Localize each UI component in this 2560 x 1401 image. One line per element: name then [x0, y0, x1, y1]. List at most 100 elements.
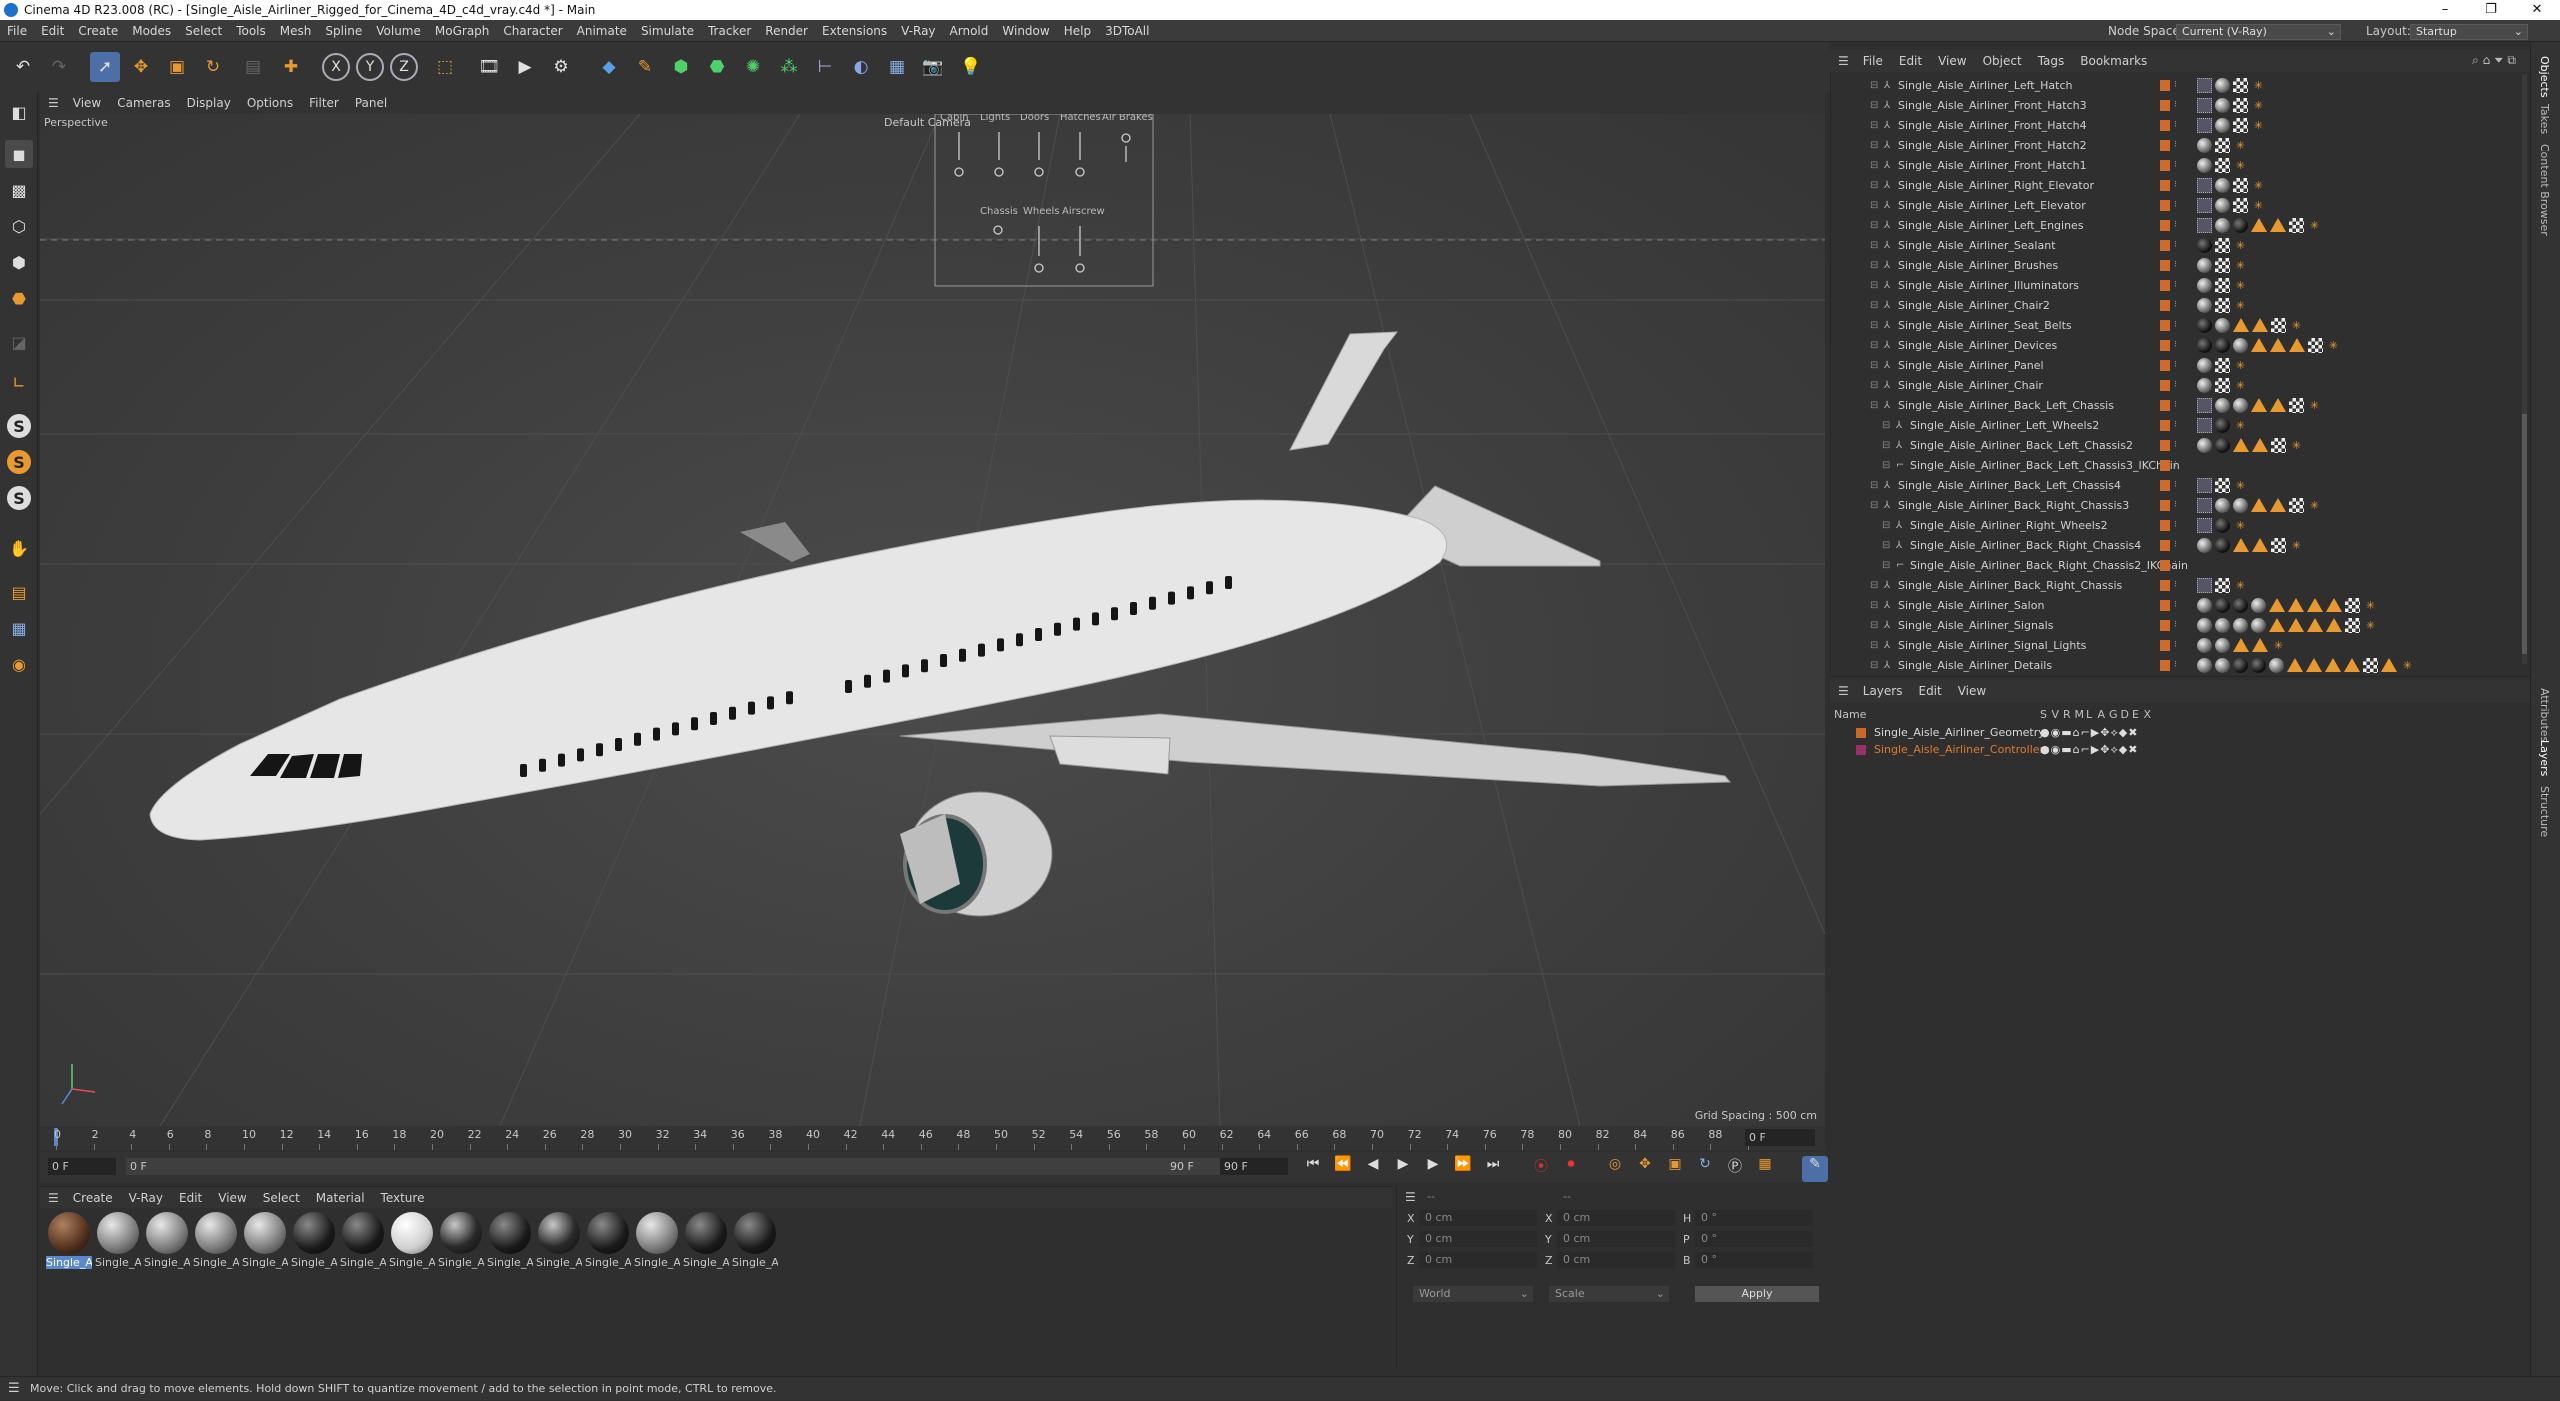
expand-toggle-icon[interactable]: ⊟	[1870, 380, 1881, 391]
quantize-icon[interactable]: S	[7, 486, 31, 510]
texture-tag-icon[interactable]	[2345, 598, 2360, 613]
material-tag-icon[interactable]	[2197, 638, 2212, 653]
rig-controller-hud[interactable]: Cabin Lights Doors Hatches Air Brakes Ch…	[934, 114, 1154, 287]
texture-tag-icon[interactable]	[2215, 358, 2230, 373]
layer-color-swatch[interactable]	[2160, 520, 2170, 531]
move-tool-icon[interactable]: ✥	[126, 52, 156, 82]
layer-color-swatch[interactable]	[2160, 80, 2170, 91]
texture-tag-icon[interactable]	[2289, 398, 2304, 413]
expand-toggle-icon[interactable]: ⊟	[1882, 460, 1893, 471]
layer-color-swatch[interactable]	[2160, 320, 2170, 331]
expand-toggle-icon[interactable]: ⊟	[1870, 600, 1881, 611]
side-tab-objects[interactable]: Objects	[2538, 56, 2551, 98]
visibility-dots[interactable]: ⁝	[2174, 140, 2179, 151]
vray-tag-icon[interactable]: ✳	[2289, 318, 2304, 333]
object-row[interactable]: ⊟ ⅄ Single_Aisle_Airliner_Brushes ⁝ ✳	[1830, 256, 2530, 276]
texture-tag-icon[interactable]	[2215, 298, 2230, 313]
uv-mode-icon[interactable]: ◪	[5, 328, 33, 356]
layer-color-swatch[interactable]	[2160, 300, 2170, 311]
visibility-dots[interactable]: ⁝	[2174, 640, 2179, 651]
max-frame-field[interactable]: 90 F	[1220, 1158, 1288, 1175]
layer-color-swatch[interactable]	[2160, 120, 2170, 131]
render-settings-icon[interactable]: ⚙	[546, 52, 576, 82]
menu-tracker[interactable]: Tracker	[701, 24, 758, 38]
material-tag-icon[interactable]	[2197, 298, 2212, 313]
material-menu-edit[interactable]: Edit	[171, 1191, 210, 1205]
uvw-tag-icon[interactable]	[2197, 498, 2212, 513]
play-icon[interactable]: ▶	[1390, 1156, 1416, 1182]
visibility-dots[interactable]: ⁝	[2174, 80, 2179, 91]
texture-tag-icon[interactable]	[2215, 478, 2230, 493]
restore-button[interactable]: ❐	[2468, 0, 2514, 20]
coordinate-system-icon[interactable]: ⬚	[430, 52, 460, 82]
object-row[interactable]: ⊟ ⅄ Single_Aisle_Airliner_Back_Left_Chassi…	[1830, 396, 2530, 416]
layer-color-swatch[interactable]	[2160, 640, 2170, 651]
material-tag-icon[interactable]	[2233, 338, 2248, 353]
material-tag-icon[interactable]	[2197, 258, 2212, 273]
vray-tag-icon[interactable]: ✳	[2251, 98, 2266, 113]
snap-settings-icon[interactable]: S	[7, 450, 31, 474]
rotate-tool-icon[interactable]: ↻	[198, 52, 228, 82]
menu-volume[interactable]: Volume	[369, 24, 428, 38]
warning-tag-icon[interactable]	[2270, 398, 2286, 412]
material-tag-icon[interactable]	[2215, 198, 2230, 213]
vray-tag-icon[interactable]: ✳	[2251, 78, 2266, 93]
layer-color-swatch[interactable]	[2160, 580, 2170, 591]
material-tag-icon[interactable]	[2197, 138, 2212, 153]
material-swatch[interactable]: Single_A	[634, 1212, 680, 1272]
go-to-end-icon[interactable]: ⏭	[1480, 1156, 1506, 1182]
warning-tag-icon[interactable]	[2251, 218, 2267, 232]
material-tag-icon[interactable]	[2215, 498, 2230, 513]
layer-toggle-icons[interactable]: ●◉▬⌂⌐▶✥⟡◆✖	[2040, 724, 2138, 742]
layer-color-swatch[interactable]	[2160, 160, 2170, 171]
menu-select[interactable]: Select	[178, 24, 229, 38]
layer-color-swatch[interactable]	[2160, 540, 2170, 551]
material-tag-icon[interactable]	[2197, 538, 2212, 553]
polygons-mode-icon[interactable]: ⬣	[5, 284, 33, 312]
position-field[interactable]: 0 cm	[1419, 1210, 1537, 1226]
material-tag-icon[interactable]	[2215, 518, 2230, 533]
object-row[interactable]: ⊟ ⅄ Single_Aisle_Airliner_Chair2 ⁝ ✳	[1830, 296, 2530, 316]
material-tag-icon[interactable]	[2215, 338, 2230, 353]
layout-dropdown[interactable]: Startup ⌄	[2410, 24, 2528, 40]
uvw-tag-icon[interactable]	[2197, 418, 2212, 433]
object-manager-tools[interactable]: ⌕ ⌂ ⏷ ⧉	[2472, 53, 2516, 68]
object-row[interactable]: ⊟ ⅄ Single_Aisle_Airliner_Front_Hatch1 ⁝ ✳	[1830, 156, 2530, 176]
array-icon[interactable]: ⁂	[774, 52, 804, 82]
visibility-dots[interactable]: ⁝	[2174, 220, 2179, 231]
material-swatch[interactable]: Single_A	[487, 1212, 533, 1272]
object-row[interactable]: ⊟ ⅄ Single_Aisle_Airliner_Sealant ⁝ ✳	[1830, 236, 2530, 256]
visibility-dots[interactable]: ⁝	[2174, 320, 2179, 331]
material-menu-view[interactable]: View	[210, 1191, 254, 1205]
expand-toggle-icon[interactable]: ⊟	[1870, 340, 1881, 351]
expand-toggle-icon[interactable]: ⊟	[1870, 140, 1881, 151]
layer-color-swatch[interactable]	[2160, 180, 2170, 191]
object-menu-file[interactable]: File	[1855, 54, 1891, 68]
vray-tag-icon[interactable]: ✳	[2233, 478, 2248, 493]
layer-color-swatch[interactable]	[2160, 500, 2170, 511]
texture-tag-icon[interactable]	[2233, 198, 2248, 213]
viewport-menu-view[interactable]: View	[65, 96, 109, 110]
vray-tag-icon[interactable]: ✳	[2233, 418, 2248, 433]
camera-icon[interactable]: 📷	[918, 52, 948, 82]
material-tag-icon[interactable]	[2233, 598, 2248, 613]
material-tag-icon[interactable]	[2215, 218, 2230, 233]
warning-tag-icon[interactable]	[2381, 658, 2397, 672]
position-field[interactable]: 0 cm	[1419, 1231, 1537, 1247]
material-swatch[interactable]: Single_A	[95, 1212, 141, 1272]
warning-tag-icon[interactable]	[2251, 398, 2267, 412]
vray-tag-icon[interactable]: ✳	[2307, 398, 2322, 413]
edges-mode-icon[interactable]: ⬢	[5, 248, 33, 276]
keyframe-selection-icon[interactable]: ◎	[1602, 1156, 1628, 1182]
texture-tag-icon[interactable]	[2215, 158, 2230, 173]
visibility-dots[interactable]: ⁝	[2174, 200, 2179, 211]
uvw-tag-icon[interactable]	[2197, 118, 2212, 133]
material-swatch[interactable]: Single_A	[193, 1212, 239, 1272]
warning-tag-icon[interactable]	[2270, 218, 2286, 232]
texture-tag-icon[interactable]	[2308, 338, 2323, 353]
render-view-icon[interactable]: ▶	[510, 52, 540, 82]
texture-tag-icon[interactable]	[2271, 438, 2286, 453]
hamburger-icon[interactable]: ☰	[8, 1377, 20, 1401]
rotation-field[interactable]: 0 °	[1695, 1210, 1813, 1226]
snap-icon[interactable]: S	[7, 414, 31, 438]
